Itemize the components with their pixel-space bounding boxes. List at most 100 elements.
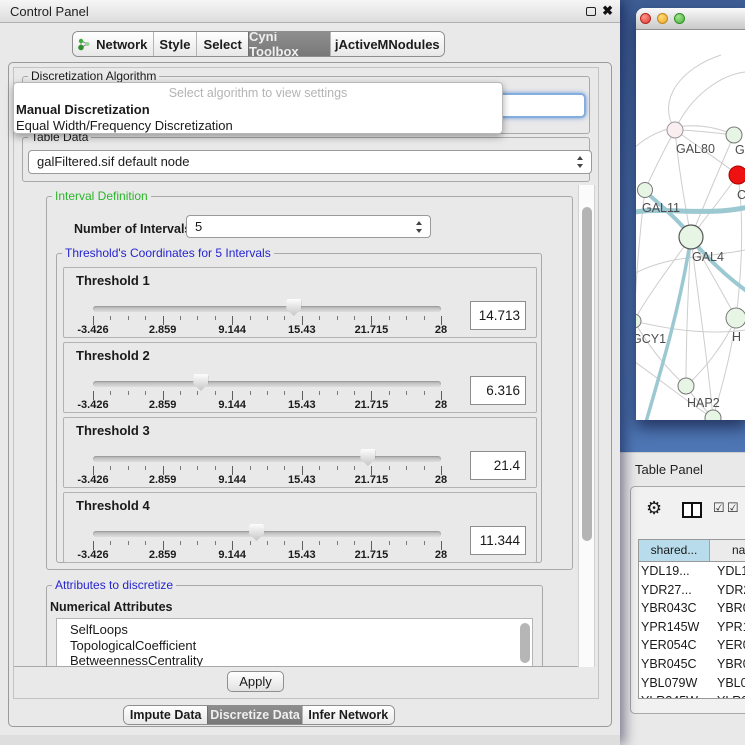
network-view-window: GAL80 GA GAL11 C GAL4 GCY1 H HAP2 [636,8,745,420]
slider-track[interactable] [93,306,441,312]
threshold-box: Threshold 4 -3.4262.8599.14415.4321.7152… [63,492,537,563]
label-gal80: GAL80 [676,142,715,156]
list-scrollbar-thumb[interactable] [520,623,530,663]
node-hap2[interactable] [678,378,694,394]
cell-shared-name[interactable]: YBR045C [639,655,715,674]
node-table: shared... na YDL19...YDL19...YDR27...YDR… [638,539,745,699]
panel-bottom-strip [0,735,620,745]
network-nodes[interactable] [636,122,745,420]
control-panel: Control Panel ✖ Network Style Select Cyn… [0,0,620,745]
apply-button[interactable]: Apply [227,671,284,692]
numerical-attributes-list[interactable]: SelfLoopsTopologicalCoefficientBetweenne… [56,618,533,667]
cell-name[interactable]: YDR27... [715,581,745,600]
network-canvas[interactable]: GAL80 GA GAL11 C GAL4 GCY1 H HAP2 [636,30,745,420]
threshold-label: Threshold 2 [76,348,150,363]
tab-select[interactable]: Select [196,32,248,56]
algorithm-dropdown-popup: Select algorithm to view settings Manual… [13,82,503,134]
table-row[interactable]: YBL079WYBL079W [639,674,745,693]
attribute-list-item[interactable]: TopologicalCoefficient [57,638,532,654]
threshold-value[interactable]: 11.344 [470,526,526,555]
minimize-traffic-light-icon[interactable] [657,13,668,24]
cell-shared-name[interactable]: YER054C [639,636,715,655]
threshold-box: Threshold 3 -3.4262.8599.14415.4321.7152… [63,417,537,488]
close-traffic-light-icon[interactable] [640,13,651,24]
cell-name[interactable]: YDL19... [715,562,745,581]
attribute-items: SelfLoopsTopologicalCoefficientBetweenne… [57,622,532,667]
num-intervals-combobox[interactable]: 5 [186,215,431,238]
label-gcy1: GCY1 [636,332,666,346]
slider-track[interactable] [93,456,441,462]
settings-scrollbar-thumb[interactable] [582,207,592,541]
checked-checkbox-icon[interactable]: ☑ [713,501,725,515]
cell-shared-name[interactable]: YPR145W [639,618,715,637]
cell-shared-name[interactable]: YLR345W [639,692,715,699]
table-row[interactable]: YDR27...YDR27... [639,581,745,600]
gear-icon[interactable]: ⚙ [646,499,662,517]
column-header-shared-name[interactable]: shared... [639,540,710,561]
node-gcy1[interactable] [636,314,641,328]
label-hap2: HAP2 [687,396,720,410]
tab-cyni-toolbox[interactable]: Cyni Toolbox [248,32,330,56]
cell-shared-name[interactable]: YBR043C [639,599,715,618]
cell-name[interactable]: YBL079W [715,674,745,693]
tab-label: Discretize Data [210,708,300,722]
tab-label: Impute Data [130,708,202,722]
cell-name[interactable]: YER054C [715,636,745,655]
dropdown-item-equal-width-frequency[interactable]: Equal Width/Frequency Discretization [16,118,233,133]
checked-checkbox-icon[interactable]: ☑ [727,501,739,515]
close-icon[interactable]: ✖ [602,4,613,18]
table-data-combobox[interactable]: galFiltered.sif default node [28,150,592,174]
node-gal80[interactable] [667,122,683,138]
dropdown-item-manual-discretization[interactable]: Manual Discretization [16,102,150,117]
attribute-list-item[interactable]: BetweennessCentrality [57,653,532,667]
table-row[interactable]: YLR345WYLR345W [639,692,745,699]
float-window-icon[interactable] [586,7,596,16]
attribute-list-item[interactable]: SelfLoops [57,622,532,638]
slider-thumb[interactable] [249,524,264,541]
slider-thumb[interactable] [193,374,208,391]
node-gal4[interactable] [679,225,703,249]
network-graph: GAL80 GA GAL11 C GAL4 GCY1 H HAP2 [636,30,745,420]
slider-track[interactable] [93,531,441,537]
threshold-label: Threshold 3 [76,423,150,438]
tab-discretize-data[interactable]: Discretize Data [207,706,301,724]
table-panel: Table Panel ⚙ ☑ ☑ shared... na YDL19...Y… [620,452,745,745]
node-top-right[interactable] [726,127,742,143]
tab-impute-data[interactable]: Impute Data [124,706,207,724]
table-row[interactable]: YER054CYER054C [639,636,745,655]
slider-track[interactable] [93,381,441,387]
cell-name[interactable]: YPR145W [715,618,745,637]
tab-infer-network[interactable]: Infer Network [302,706,394,724]
threshold-value[interactable]: 14.713 [470,301,526,330]
threshold-value[interactable]: 6.316 [470,376,526,405]
threshold-value[interactable]: 21.4 [470,451,526,480]
tab-jactivemnodules[interactable]: jActiveMNodules [330,32,444,56]
label-h-clipped: H [732,330,741,344]
cell-name[interactable]: YBR045C [715,655,745,674]
node-gal11[interactable] [638,183,653,198]
node-h[interactable] [726,308,745,328]
combobox-value: 5 [195,216,202,238]
zoom-traffic-light-icon[interactable] [674,13,685,24]
cell-shared-name[interactable]: YDL19... [639,562,715,581]
split-columns-icon[interactable] [682,502,702,518]
column-header-name[interactable]: na [710,540,745,561]
table-row[interactable]: YPR145WYPR145W [639,618,745,637]
slider-ticklabels: -3.4262.8599.14415.4321.71528 [93,399,442,411]
slider-thumb[interactable] [360,449,375,466]
network-window-titlebar[interactable] [636,8,745,30]
settings-scrollbar[interactable] [578,185,595,667]
tab-style[interactable]: Style [153,32,197,56]
table-row[interactable]: YBR045CYBR045C [639,655,745,674]
dropdown-placeholder: Select algorithm to view settings [14,86,502,100]
tab-network[interactable]: Network [73,32,153,56]
combobox-value: galFiltered.sif default node [37,151,189,173]
cell-shared-name[interactable]: YBL079W [639,674,715,693]
slider-thumb[interactable] [286,299,301,316]
table-row[interactable]: YDL19...YDL19... [639,562,745,581]
cell-name[interactable]: YBR043C [715,599,745,618]
table-row[interactable]: YBR043CYBR043C [639,599,745,618]
node-red-selected[interactable] [729,166,745,184]
cell-name[interactable]: YLR345W [715,692,745,699]
cell-shared-name[interactable]: YDR27... [639,581,715,600]
